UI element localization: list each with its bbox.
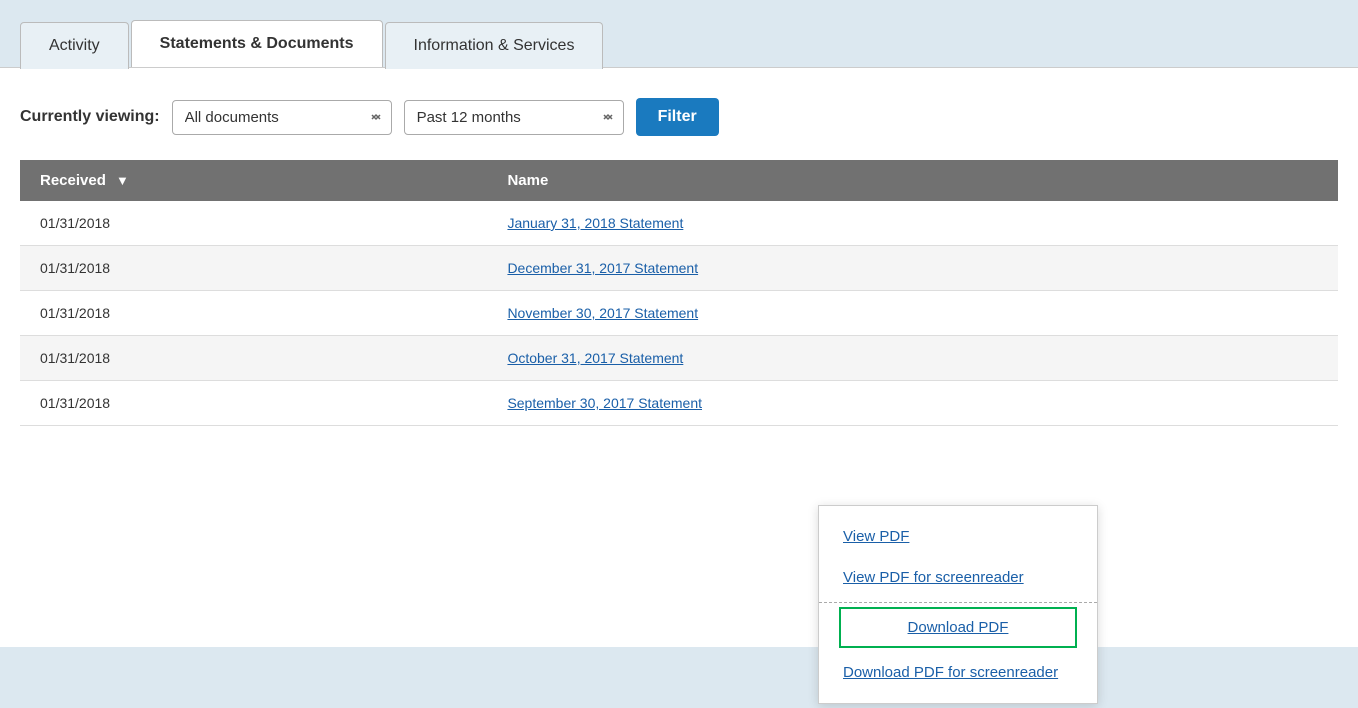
content-area: Currently viewing: All documents Stateme… bbox=[0, 67, 1358, 647]
filter-label: Currently viewing: bbox=[20, 108, 160, 126]
col-name: Name bbox=[487, 160, 1338, 201]
table-body: 01/31/2018 January 31, 2018 Statement 01… bbox=[20, 201, 1338, 426]
table-wrapper: Received ▼ Name 01/31/2018 January 31, 2… bbox=[20, 160, 1338, 426]
popup-menu: View PDF View PDF for screenreader Downl… bbox=[818, 505, 1098, 704]
table-header: Received ▼ Name bbox=[20, 160, 1338, 201]
page-wrapper: Activity Statements & Documents Informat… bbox=[0, 0, 1358, 708]
received-date: 01/31/2018 bbox=[20, 381, 487, 426]
download-pdf-screenreader-link[interactable]: Download PDF for screenreader bbox=[819, 652, 1097, 693]
tabs-bar: Activity Statements & Documents Informat… bbox=[0, 20, 1358, 67]
table-row: 01/31/2018 October 31, 2017 Statement bbox=[20, 336, 1338, 381]
download-pdf-link[interactable]: Download PDF bbox=[839, 607, 1077, 648]
received-date: 01/31/2018 bbox=[20, 291, 487, 336]
view-pdf-link[interactable]: View PDF bbox=[819, 516, 1097, 557]
sort-arrow-icon: ▼ bbox=[116, 173, 129, 188]
data-table: Received ▼ Name 01/31/2018 January 31, 2… bbox=[20, 160, 1338, 426]
received-date: 01/31/2018 bbox=[20, 336, 487, 381]
document-name[interactable]: September 30, 2017 Statement bbox=[487, 381, 1338, 426]
document-name[interactable]: January 31, 2018 Statement bbox=[487, 201, 1338, 246]
col-received[interactable]: Received ▼ bbox=[20, 160, 487, 201]
documents-select[interactable]: All documents Statements Tax Documents T… bbox=[172, 100, 392, 135]
table-row: 01/31/2018 January 31, 2018 Statement bbox=[20, 201, 1338, 246]
filter-row: Currently viewing: All documents Stateme… bbox=[20, 98, 1338, 136]
document-name[interactable]: October 31, 2017 Statement bbox=[487, 336, 1338, 381]
view-pdf-screenreader-link[interactable]: View PDF for screenreader bbox=[819, 557, 1097, 598]
tab-statements[interactable]: Statements & Documents bbox=[131, 20, 383, 67]
table-row: 01/31/2018 September 30, 2017 Statement bbox=[20, 381, 1338, 426]
tab-activity[interactable]: Activity bbox=[20, 22, 129, 69]
document-name[interactable]: November 30, 2017 Statement bbox=[487, 291, 1338, 336]
received-date: 01/31/2018 bbox=[20, 246, 487, 291]
period-select[interactable]: Past 12 months Past 6 months Past 3 mont… bbox=[404, 100, 624, 135]
received-date: 01/31/2018 bbox=[20, 201, 487, 246]
popup-divider bbox=[819, 602, 1097, 603]
table-row: 01/31/2018 December 31, 2017 Statement bbox=[20, 246, 1338, 291]
tab-information[interactable]: Information & Services bbox=[385, 22, 604, 69]
filter-button[interactable]: Filter bbox=[636, 98, 719, 136]
document-name[interactable]: December 31, 2017 Statement bbox=[487, 246, 1338, 291]
table-row: 01/31/2018 November 30, 2017 Statement bbox=[20, 291, 1338, 336]
